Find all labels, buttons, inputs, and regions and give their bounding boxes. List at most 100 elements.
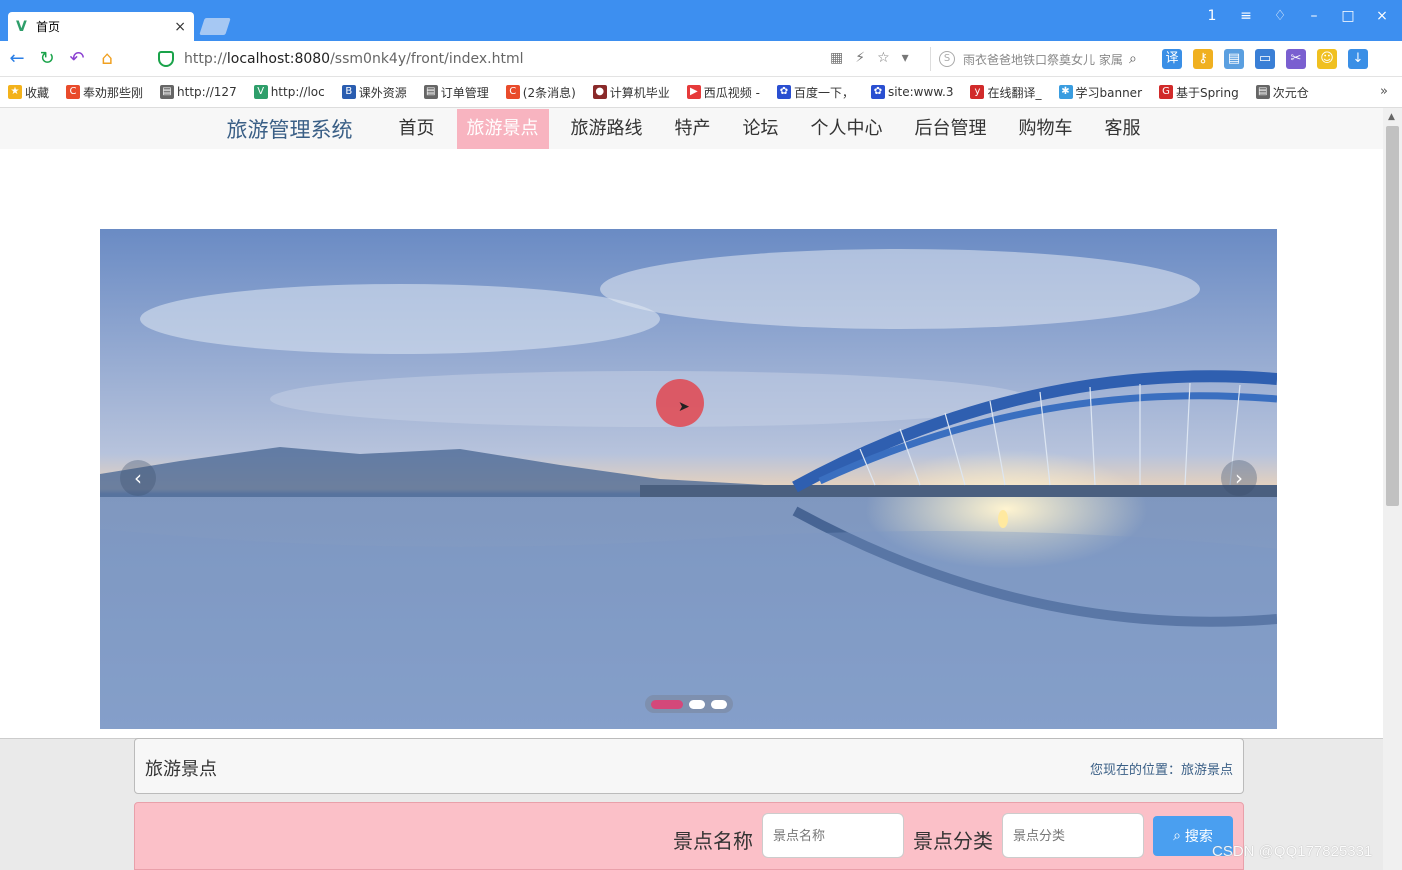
site-brand[interactable]: 旅游管理系统 <box>227 114 353 144</box>
nav-specialties[interactable]: 特产 <box>665 109 721 149</box>
url-field[interactable]: http://localhost:8080/ssm0nk4y/front/ind… <box>150 46 925 72</box>
breadcrumb[interactable]: 您现在的位置：旅游景点 <box>1090 759 1233 778</box>
smiley-icon[interactable]: ☺ <box>1317 49 1337 69</box>
bookmark-item[interactable]: G 基于Spring <box>1159 84 1239 101</box>
reload-icon[interactable]: ↻ <box>32 48 62 69</box>
scroll-up-icon[interactable]: ▲ <box>1388 112 1395 122</box>
banner-image <box>100 229 1277 729</box>
attraction-name-input[interactable] <box>762 813 904 858</box>
search-engine-box[interactable]: S 雨衣爸爸地铁口祭奠女儿 家属 ⌕ <box>930 47 1152 71</box>
bookmark-item[interactable]: ★ 收藏 <box>8 84 49 101</box>
bookmark-item[interactable]: ▶ 西瓜视频 - <box>686 84 760 101</box>
page-viewport: 旅游管理系统 首页 旅游景点 旅游路线 特产 论坛 个人中心 后台管理 购物车 … <box>0 108 1383 870</box>
browser-tab[interactable]: V 首页 × <box>8 12 194 41</box>
bookmark-label: http://127 <box>177 85 237 99</box>
attraction-category-input[interactable] <box>1002 813 1144 858</box>
bookmark-item[interactable]: ▤ 次元仓 <box>1255 84 1309 101</box>
bookmark-item[interactable]: B 课外资源 <box>341 84 407 101</box>
bookmark-item[interactable]: y 在线翻译_ <box>970 84 1042 101</box>
download-icon[interactable]: ↓ <box>1348 49 1368 69</box>
maximize-icon[interactable]: □ <box>1338 8 1358 24</box>
bookmark-label: 收藏 <box>25 85 50 100</box>
bookmark-item[interactable]: ▤ 订单管理 <box>423 84 489 101</box>
book-icon: B <box>341 85 356 99</box>
nav-profile[interactable]: 个人中心 <box>801 109 893 149</box>
bookmarks-bar: ★ 收藏 C 奉劝那些刚 ▤ http://127 Vhttp://loc B 课外资源 ▤ 订单管… <box>0 77 1402 108</box>
attraction-name-label: 景点名称 <box>673 829 753 853</box>
minimize-icon[interactable]: – <box>1304 8 1324 24</box>
nav-cart[interactable]: 购物车 <box>1009 109 1083 149</box>
home-icon[interactable]: ⌂ <box>92 48 122 69</box>
csdn-icon: C <box>505 85 520 99</box>
skin-icon[interactable]: ♢ <box>1270 8 1290 24</box>
window-controls: 1 ≡ ♢ – □ × <box>1202 8 1392 24</box>
tab-title: 首页 <box>36 20 61 34</box>
bookmark-item[interactable]: ● 计算机毕业 <box>592 84 670 101</box>
dropdown-icon[interactable]: ▾ <box>902 50 909 66</box>
tab-count-icon[interactable]: 1 <box>1202 8 1222 24</box>
youdao-icon: y <box>970 85 985 99</box>
tab-close-icon[interactable]: × <box>174 19 186 35</box>
g-icon: G <box>1159 85 1173 99</box>
carousel-dot-3[interactable] <box>711 699 727 709</box>
translate-icon[interactable]: 译 <box>1162 49 1182 69</box>
attraction-category-label: 景点分类 <box>913 829 993 853</box>
nav-routes[interactable]: 旅游路线 <box>561 109 653 149</box>
bookmark-item[interactable]: ✿ 百度一下， <box>776 84 854 101</box>
bookmark-item[interactable]: ✿ site:www.3 <box>870 85 953 99</box>
nav-forum[interactable]: 论坛 <box>733 109 789 149</box>
url-text: http://localhost:8080/ssm0nk4y/front/ind… <box>184 51 524 67</box>
breadcrumb-panel: 旅游景点 您现在的位置：旅游景点 <box>134 738 1244 794</box>
csdn-icon: C <box>66 85 81 99</box>
search-icon: ⌕ <box>1173 828 1181 844</box>
vertical-scrollbar[interactable]: ▲ <box>1383 108 1402 870</box>
key-icon[interactable]: ⚷ <box>1193 49 1213 69</box>
carousel-dot-2[interactable] <box>689 699 705 709</box>
bookmark-label: 基于Spring <box>1176 85 1239 100</box>
bookmarks-more-icon[interactable]: » <box>1380 84 1388 99</box>
bookmark-item[interactable]: C 奉劝那些刚 <box>66 84 143 101</box>
clipboard-icon[interactable]: ▤ <box>1224 49 1244 69</box>
bookmark-item[interactable]: C (2条消息) <box>505 84 576 101</box>
scissors-icon[interactable]: ✂ <box>1286 49 1306 69</box>
search-button-label: 搜索 <box>1184 829 1213 845</box>
globe-icon: ✱ <box>1058 85 1073 99</box>
address-icons: ▦ ⚡ ☆ ▾ <box>830 50 909 66</box>
menu-icon[interactable]: ≡ <box>1236 8 1256 24</box>
bookmark-label: 百度一下， <box>793 85 854 100</box>
bookmark-item[interactable]: ▤ http://127 <box>160 85 237 99</box>
nav-service[interactable]: 客服 <box>1095 109 1151 149</box>
nav-attractions[interactable]: 旅游景点 <box>456 108 549 149</box>
carousel-dot-1[interactable] <box>651 699 683 709</box>
carousel-next-button[interactable]: › <box>1221 460 1257 496</box>
screen-icon[interactable]: ▭ <box>1255 49 1275 69</box>
security-shield-icon <box>158 51 174 67</box>
page-icon: ▤ <box>1255 85 1270 99</box>
nav-home[interactable]: 首页 <box>389 109 445 149</box>
bookmark-item[interactable]: Vhttp://loc <box>253 85 325 99</box>
star-icon[interactable]: ☆ <box>877 50 890 66</box>
close-window-icon[interactable]: × <box>1372 8 1392 24</box>
baidu-icon: ✿ <box>870 85 885 99</box>
new-tab-button[interactable] <box>199 18 231 35</box>
site-navbar: 旅游管理系统 首页 旅游景点 旅游路线 特产 论坛 个人中心 后台管理 购物车 … <box>0 108 1383 149</box>
title-bar: V 首页 × 1 ≡ ♢ – □ × <box>0 0 1402 41</box>
mouse-cursor-icon: ➤ <box>678 399 690 415</box>
address-bar: ← ↻ ↶ ⌂ http://localhost:8080/ssm0nk4y/f… <box>0 41 1402 77</box>
watermark: CSDN @QQ177825331 <box>1212 843 1373 860</box>
search-engine-logo-icon: S <box>939 51 955 67</box>
lightning-icon[interactable]: ⚡ <box>855 50 865 66</box>
bookmark-label: 在线翻译_ <box>987 85 1042 100</box>
banner-carousel[interactable]: ➤ ‹ › <box>100 229 1277 729</box>
search-icon[interactable]: ⌕ <box>1129 51 1137 67</box>
back-arrow-icon[interactable]: ← <box>2 48 32 69</box>
carousel-prev-button[interactable]: ‹ <box>120 460 156 496</box>
bookmark-item[interactable]: ✱ 学习banner <box>1058 84 1142 101</box>
scrollbar-thumb[interactable] <box>1386 126 1399 506</box>
undo-icon[interactable]: ↶ <box>62 48 92 69</box>
qr-code-icon[interactable]: ▦ <box>830 50 843 66</box>
bookmark-label: 计算机毕业 <box>609 85 670 100</box>
nav-admin[interactable]: 后台管理 <box>905 109 997 149</box>
bookmark-label: (2条消息) <box>522 85 576 100</box>
toolbar-extensions: 译 ⚷ ▤ ▭ ✂ ☺ ↓ <box>1162 49 1368 69</box>
